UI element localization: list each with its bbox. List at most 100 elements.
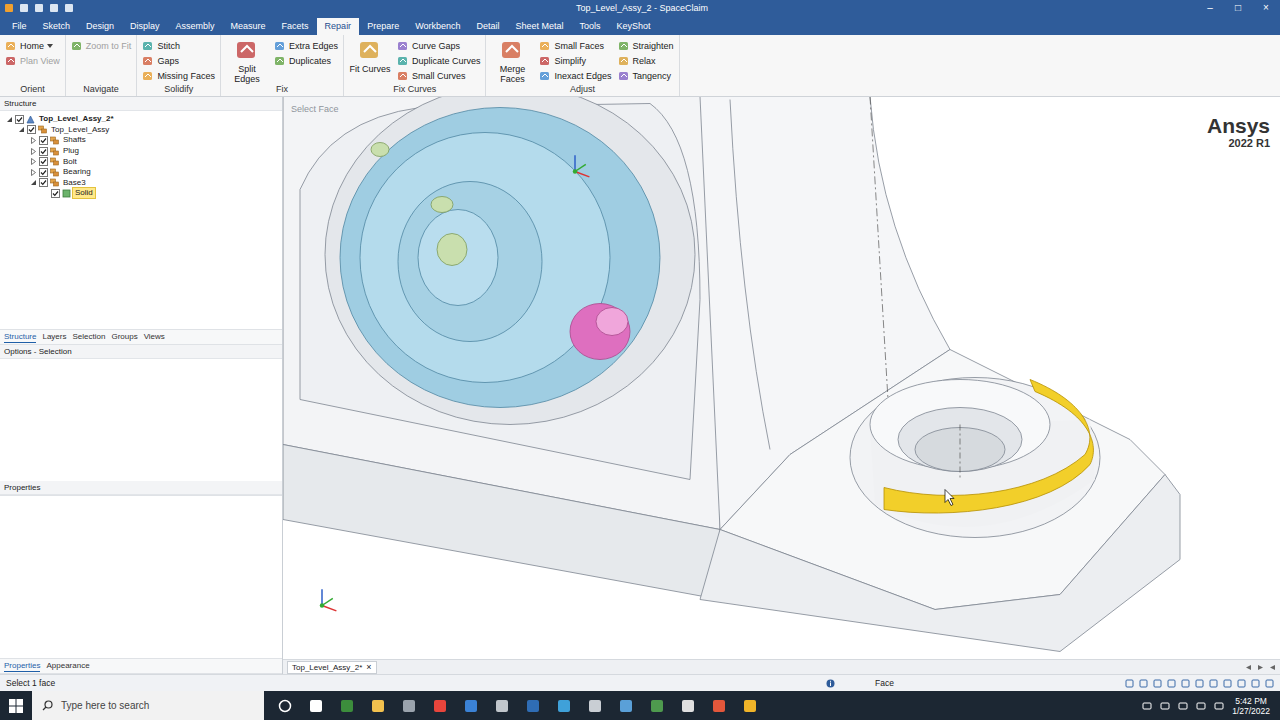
taskbar-app-icon[interactable] (278, 699, 292, 713)
tree-label[interactable]: Bearing (61, 167, 93, 177)
taskbar-app-icon[interactable] (588, 699, 602, 713)
view-tool-icon[interactable] (1139, 679, 1148, 688)
document-tab[interactable]: Top_Level_Assy_2*× (287, 661, 377, 674)
expand-arrow-icon[interactable] (30, 169, 37, 176)
ribbon-button[interactable]: Stitch (142, 38, 215, 53)
tree-row[interactable]: Bearing (0, 167, 282, 178)
expand-arrow-icon[interactable] (30, 137, 37, 144)
taskbar-app-icon[interactable] (619, 699, 633, 713)
panel-tab[interactable]: Layers (42, 331, 66, 343)
panel-tab[interactable]: Views (144, 331, 165, 343)
view-tool-icon[interactable] (1195, 679, 1204, 688)
expand-arrow-icon[interactable] (30, 158, 37, 165)
quick-access-icon[interactable] (49, 3, 59, 13)
visibility-checkbox-icon[interactable] (39, 157, 48, 166)
ribbon-button[interactable]: Tangency (618, 68, 674, 83)
ribbon-button[interactable]: Relax (618, 53, 674, 68)
tree-row[interactable]: Top_Level_Assy_2* (0, 114, 282, 125)
plug[interactable] (570, 304, 630, 360)
ribbon-tab[interactable]: KeyShot (609, 18, 659, 35)
info-icon[interactable] (826, 679, 835, 688)
taskbar-app-icon[interactable] (650, 699, 664, 713)
tree-row[interactable]: Base3 (0, 178, 282, 189)
ribbon-button[interactable]: Extra Edges (274, 38, 338, 53)
taskbar-app-icon[interactable] (464, 699, 478, 713)
tray-icon[interactable] (1196, 701, 1206, 711)
ribbon-button[interactable]: Zoom to Fit (71, 38, 132, 53)
quick-access-icon[interactable] (19, 3, 29, 13)
ribbon-tab[interactable]: Design (78, 18, 122, 35)
dropdown-caret-icon[interactable] (47, 43, 53, 49)
ribbon-tab[interactable]: Detail (469, 18, 508, 35)
window-control-button[interactable]: – (1196, 0, 1224, 16)
close-tab-button[interactable]: × (366, 662, 371, 673)
taskbar-app-icon[interactable] (402, 699, 416, 713)
tree-label[interactable]: Base3 (61, 178, 88, 188)
scroll-arrow-icon[interactable] (1245, 664, 1252, 671)
ribbon-large-button[interactable]: Merge Faces (491, 38, 533, 84)
start-button[interactable] (0, 699, 32, 713)
visibility-checkbox-icon[interactable] (27, 125, 36, 134)
taskbar-app-icon[interactable] (495, 699, 509, 713)
ribbon-tab[interactable]: Assembly (168, 18, 223, 35)
taskbar-app-icon[interactable] (340, 699, 354, 713)
model-view[interactable] (283, 97, 1280, 659)
taskbar-app-icon[interactable] (557, 699, 571, 713)
view-tool-icon[interactable] (1125, 679, 1134, 688)
ribbon-button[interactable]: Gaps (142, 53, 215, 68)
clock[interactable]: 5:42 PM1/27/2022 (1232, 696, 1270, 716)
view-tool-icon[interactable] (1223, 679, 1232, 688)
view-tool-icon[interactable] (1209, 679, 1218, 688)
panel-tab[interactable]: Appearance (46, 660, 89, 672)
tree-label[interactable]: Shafts (61, 135, 88, 145)
panel-tab[interactable]: Properties (4, 660, 40, 672)
tree-row[interactable]: Plug (0, 146, 282, 157)
visibility-checkbox-icon[interactable] (39, 147, 48, 156)
bearing[interactable] (340, 108, 660, 408)
ribbon-tab[interactable]: Display (122, 18, 168, 35)
panel-tab[interactable]: Selection (72, 331, 105, 343)
ribbon-button[interactable]: Home (5, 38, 60, 53)
quick-access-icon[interactable] (64, 3, 74, 13)
tree-label[interactable]: Top_Level_Assy (49, 125, 111, 135)
viewport[interactable]: Select FaceAnsys2022 R1 (283, 97, 1280, 659)
tree-label[interactable]: Top_Level_Assy_2* (37, 114, 116, 124)
view-tool-icon[interactable] (1251, 679, 1260, 688)
ribbon-button[interactable]: Inexact Edges (539, 68, 611, 83)
taskbar-search[interactable]: Type here to search (32, 691, 264, 720)
taskbar-app-icon[interactable] (743, 699, 757, 713)
taskbar-app-icon[interactable] (433, 699, 447, 713)
tree-label[interactable]: Plug (61, 146, 81, 156)
quick-access-icon[interactable] (4, 3, 14, 13)
window-control-button[interactable]: □ (1224, 0, 1252, 16)
expand-arrow-icon[interactable] (30, 148, 37, 155)
window-control-button[interactable]: × (1252, 0, 1280, 16)
tray-icon[interactable] (1178, 701, 1188, 711)
ribbon-tab[interactable]: Facets (274, 18, 317, 35)
visibility-checkbox-icon[interactable] (39, 178, 48, 187)
ribbon-tab[interactable]: File (4, 18, 35, 35)
taskbar-app-icon[interactable] (371, 699, 385, 713)
collapse-arrow-icon[interactable] (18, 126, 25, 133)
ribbon-tab[interactable]: Sketch (35, 18, 79, 35)
ribbon-button[interactable]: Duplicates (274, 53, 338, 68)
visibility-checkbox-icon[interactable] (39, 168, 48, 177)
visibility-checkbox-icon[interactable] (39, 136, 48, 145)
view-tool-icon[interactable] (1181, 679, 1190, 688)
taskbar-app-icon[interactable] (681, 699, 695, 713)
ribbon-button[interactable]: Small Faces (539, 38, 611, 53)
ribbon-tab[interactable]: Measure (223, 18, 274, 35)
tree-row[interactable]: Top_Level_Assy (0, 125, 282, 136)
panel-tab[interactable]: Structure (4, 331, 36, 343)
ribbon-button[interactable]: Straighten (618, 38, 674, 53)
ribbon-tab[interactable]: Prepare (359, 18, 407, 35)
taskbar-app-icon[interactable] (526, 699, 540, 713)
ribbon-tab[interactable]: Workbench (407, 18, 468, 35)
windows-logo-icon[interactable] (9, 699, 23, 713)
tree-label[interactable]: Bolt (61, 157, 79, 167)
visibility-checkbox-icon[interactable] (15, 115, 24, 124)
ribbon-large-button[interactable]: Fit Curves (349, 38, 391, 74)
ribbon-button[interactable]: Simplify (539, 53, 611, 68)
tree-row[interactable]: Bolt (0, 156, 282, 167)
collapse-arrow-icon[interactable] (6, 116, 13, 123)
